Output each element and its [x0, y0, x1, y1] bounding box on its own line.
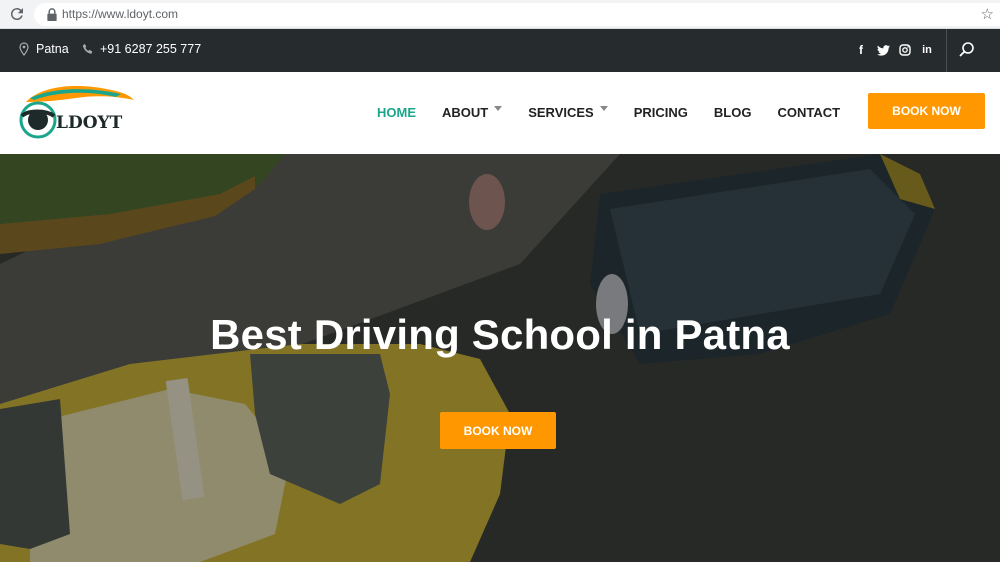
social-links: f in — [854, 43, 934, 57]
hero-book-now-button[interactable]: BOOK NOW — [440, 412, 556, 449]
hero-banner: Best Driving School in Patna BOOK NOW — [0, 154, 1000, 562]
nav-blog-label: BLOG — [713, 105, 752, 120]
search-icon[interactable] — [958, 41, 976, 59]
nav-pricing-label: PRICING — [633, 105, 688, 120]
map-pin-icon — [19, 42, 29, 56]
nav-services-label: SERVICES — [528, 105, 594, 120]
nav-about-label: ABOUT — [442, 105, 489, 120]
nav-contact-label: CONTACT — [777, 105, 841, 120]
location-text: Patna — [36, 42, 69, 56]
nav-home[interactable]: HOME — [377, 105, 416, 120]
nav-pricing[interactable]: PRICING — [634, 105, 688, 120]
primary-nav: HOME ABOUT SERVICES PRICING BLOG CONTACT — [377, 105, 866, 120]
browser-address-bar: https://www.ldoyt.com ☆ — [0, 0, 1000, 29]
phone-text: +91 6287 255 777 — [100, 42, 202, 56]
chevron-down-icon — [494, 106, 503, 111]
top-info-bar: Patna +91 6287 255 777 f in — [0, 29, 1000, 72]
location-info: Patna — [18, 42, 69, 56]
linkedin-icon[interactable]: in — [920, 43, 934, 57]
hero-title: Best Driving School in Patna — [210, 311, 790, 358]
main-navbar: LDOYT HOME ABOUT SERVICES PRICING BLOG C… — [0, 72, 1000, 154]
url-text: https://www.ldoyt.com — [62, 7, 179, 21]
topbar-divider — [946, 29, 947, 72]
twitter-icon[interactable] — [876, 43, 890, 57]
phone-icon — [82, 43, 93, 54]
nav-blog[interactable]: BLOG — [714, 105, 752, 120]
reload-icon[interactable] — [8, 5, 26, 23]
instagram-icon[interactable] — [898, 43, 912, 57]
url-field[interactable]: https://www.ldoyt.com ☆ — [34, 3, 1000, 26]
lock-icon — [47, 8, 57, 21]
logo-text: LDOYT — [56, 113, 123, 133]
book-now-button[interactable]: BOOK NOW — [868, 93, 985, 129]
ldoyt-logo[interactable]: LDOYT — [16, 80, 138, 148]
phone-info[interactable]: +91 6287 255 777 — [82, 42, 201, 56]
bookmark-star-icon[interactable]: ☆ — [981, 5, 994, 23]
nav-about[interactable]: ABOUT — [442, 105, 503, 120]
facebook-icon[interactable]: f — [854, 43, 868, 57]
nav-contact[interactable]: CONTACT — [777, 105, 840, 120]
nav-home-label: HOME — [377, 105, 416, 120]
nav-services[interactable]: SERVICES — [528, 105, 608, 120]
chevron-down-icon — [599, 106, 608, 111]
